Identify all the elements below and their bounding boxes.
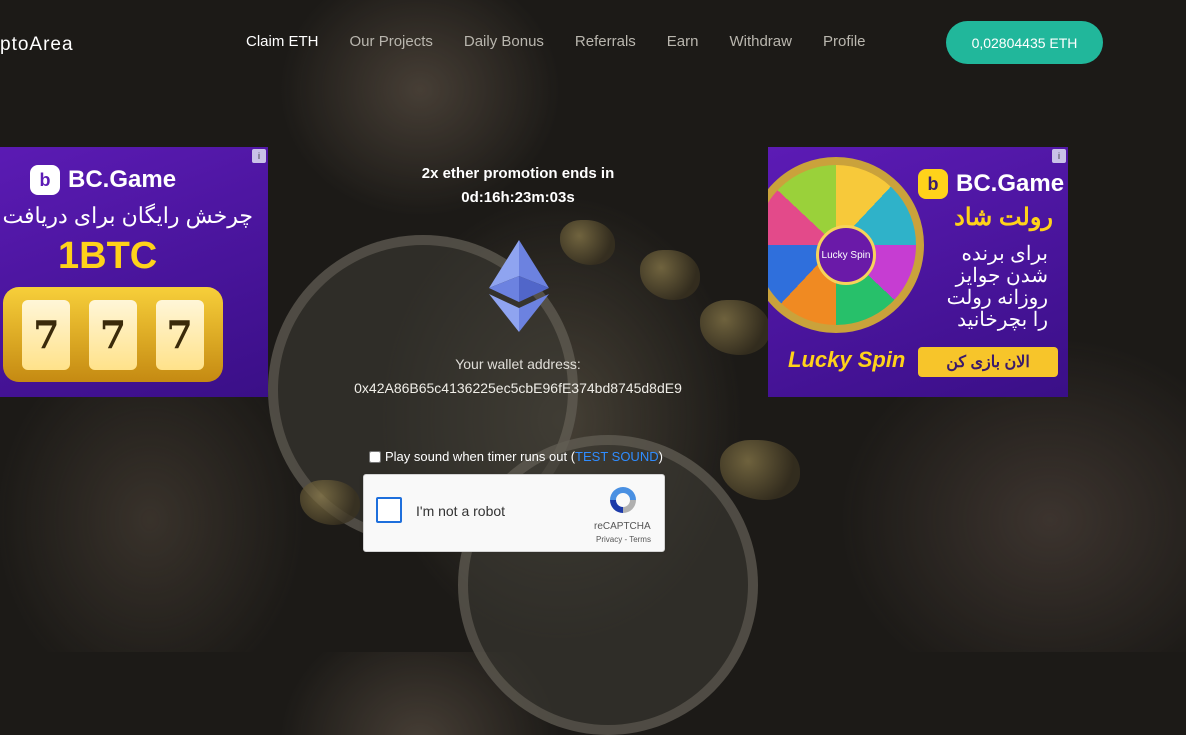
play-sound-checkbox[interactable] [369, 450, 381, 463]
nav-profile[interactable]: Profile [823, 33, 866, 50]
slot-reel: 7 [155, 299, 204, 370]
nugget-bg [640, 250, 700, 300]
ad-logo: b BC.Game [918, 169, 1064, 199]
ad-title: رولت شاد [954, 204, 1053, 231]
spin-wheel-graphic: Lucky Spin [768, 157, 924, 333]
ad-banner-left[interactable]: i b BC.Game چرخش رایگان برای دریافت 1BTC… [0, 147, 268, 397]
play-sound-option[interactable]: Play sound when timer runs out (TEST SOU… [369, 449, 663, 464]
nav-withdraw[interactable]: Withdraw [729, 33, 792, 50]
site-brand[interactable]: ptoArea [0, 34, 74, 56]
nugget-bg [560, 220, 615, 265]
recaptcha-links[interactable]: Privacy - Terms [596, 535, 651, 544]
ad-line: را بچرخانید [957, 309, 1048, 331]
bcgame-logo-icon: b [30, 165, 60, 195]
balance-button[interactable]: 0,02804435 ETH [946, 21, 1103, 64]
wallet-label: Your wallet address: [455, 356, 581, 372]
recaptcha-brand: reCAPTCHA [594, 521, 651, 532]
play-sound-label-close: ) [658, 449, 663, 464]
promotion-text: 2x ether promotion ends in [421, 165, 615, 182]
ad-logo-text: BC.Game [68, 166, 177, 193]
promotion-banner: 2x ether promotion ends in 0d:16h:23m:03… [368, 162, 668, 210]
recaptcha-label: I'm not a robot [416, 503, 506, 519]
ad-choices-icon[interactable]: i [252, 149, 266, 163]
play-sound-label: Play sound when timer runs out ( [385, 449, 576, 464]
recaptcha-widget: I'm not a robot reCAPTCHA Privacy - Term… [363, 474, 665, 552]
ad-banner-right[interactable]: i Lucky Spin b BC.Game رولت شاد برای برن… [768, 147, 1068, 397]
lucky-spin-logo: Lucky Spin [788, 347, 906, 372]
recaptcha-logo-icon [610, 487, 636, 513]
nugget-bg [300, 480, 360, 525]
ad-logo: b BC.Game [30, 165, 176, 195]
slot-machine-graphic: 7 7 7 [3, 287, 223, 382]
wallet-address: 0x42A86B65c4136225ec5cbE96fE374bd8745d8d… [354, 380, 682, 396]
nav-earn[interactable]: Earn [667, 33, 699, 50]
slot-reel: 7 [88, 299, 137, 370]
nugget-bg [700, 300, 770, 355]
recaptcha-checkbox[interactable] [376, 497, 402, 523]
test-sound-link[interactable]: TEST SOUND [575, 449, 659, 464]
bcgame-logo-icon: b [918, 169, 948, 199]
ethereum-icon [489, 240, 549, 332]
ad-logo-text: BC.Game [956, 170, 1065, 197]
slot-reel: 7 [22, 299, 71, 370]
nav-our-projects[interactable]: Our Projects [350, 33, 433, 50]
promotion-timer: 0d:16h:23m:03s [461, 189, 575, 206]
ad-big-text: 1BTC [58, 235, 158, 277]
nav-daily-bonus[interactable]: Daily Bonus [464, 33, 544, 50]
ad-headline: چرخش رایگان برای دریافت [2, 203, 253, 228]
nav-referrals[interactable]: Referrals [575, 33, 636, 50]
ad-play-button[interactable]: الان بازی کن [918, 347, 1058, 377]
nav-claim-eth[interactable]: Claim ETH [246, 33, 319, 50]
nugget-bg [720, 440, 800, 500]
wheel-center: Lucky Spin [816, 225, 876, 285]
main-nav: Claim ETH Our Projects Daily Bonus Refer… [246, 33, 866, 50]
ad-choices-icon[interactable]: i [1052, 149, 1066, 163]
